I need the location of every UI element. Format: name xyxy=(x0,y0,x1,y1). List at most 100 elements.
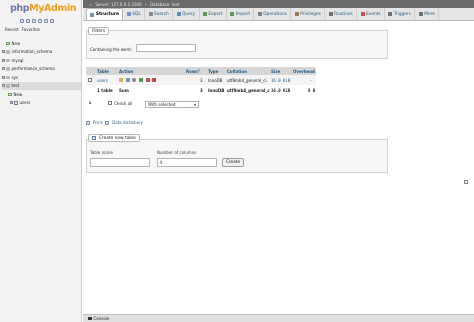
engine-type: InnoDB xyxy=(208,77,223,83)
settings-icon[interactable] xyxy=(44,19,48,23)
search-icon xyxy=(148,12,153,16)
data-dictionary-link[interactable]: Data dictionary xyxy=(112,120,143,125)
filter-input[interactable] xyxy=(136,44,196,52)
tab-import[interactable]: Import xyxy=(227,8,255,20)
new-table-icon xyxy=(92,136,96,140)
table-footer-row: 1 table Sum 3 InnoDB utf8mb4_general_ci … xyxy=(86,85,316,96)
table-name-link[interactable]: users xyxy=(97,78,108,83)
row-count: 3 xyxy=(200,77,203,83)
tab-events[interactable]: Events xyxy=(357,8,386,20)
tab-search[interactable]: Search xyxy=(145,8,174,20)
expand-icon[interactable]: + xyxy=(2,75,5,79)
tab-triggers[interactable]: Triggers xyxy=(385,8,416,20)
nav-icon-bar xyxy=(20,19,54,23)
recent-favorites-tabs: Recent Favorites xyxy=(5,27,40,32)
tree-item-new-database[interactable]: New xyxy=(2,39,81,48)
table-icon xyxy=(14,101,18,105)
tab-routines[interactable]: Routines xyxy=(325,8,358,20)
tree-item-new-table[interactable]: New xyxy=(2,90,81,99)
page-settings-icon[interactable] xyxy=(464,180,468,184)
database-icon xyxy=(6,84,10,88)
tab-sql[interactable]: SQL xyxy=(123,8,146,20)
search-icon[interactable] xyxy=(132,78,137,82)
tab-query[interactable]: Query xyxy=(173,8,200,20)
header-table[interactable]: Table xyxy=(97,69,109,74)
tree-item-label: New xyxy=(13,91,23,97)
breadcrumb-server[interactable]: Server: 127.0.0.1:3306 xyxy=(95,2,141,7)
header-type[interactable]: Type xyxy=(208,69,218,74)
operations-icon xyxy=(257,12,262,16)
tree-item-performance-schema[interactable]: + performance_schema xyxy=(2,65,81,74)
breadcrumb: ⇐ Server: 127.0.0.1:3306 » Database: tes… xyxy=(83,0,474,8)
header-rows[interactable]: Rows xyxy=(186,69,198,74)
num-columns-input[interactable]: 4 xyxy=(157,158,217,167)
phpmyadmin-logo[interactable]: phpMyAdmin xyxy=(10,3,76,17)
total-type: InnoDB xyxy=(208,88,225,93)
create-table-legend: Create new table xyxy=(88,134,140,142)
num-columns-label: Number of columns xyxy=(157,150,197,155)
action-icons xyxy=(119,78,159,83)
insert-icon[interactable] xyxy=(139,78,144,82)
print-link[interactable]: Print xyxy=(93,120,102,125)
tab-label: Events xyxy=(366,11,381,17)
size-value[interactable]: 16.0 KiB xyxy=(271,78,290,83)
collapse-icon[interactable]: − xyxy=(2,84,5,88)
structure-icon[interactable] xyxy=(125,78,130,82)
docs-icon[interactable] xyxy=(32,19,36,23)
arrow-icon: ⇐ xyxy=(89,1,93,7)
tab-more[interactable]: More xyxy=(415,8,440,20)
expand-icon[interactable]: + xyxy=(2,67,5,71)
create-table-title: Create new table xyxy=(99,135,136,141)
with-selected-dropdown[interactable]: With selected: xyxy=(145,100,199,108)
create-button[interactable]: Create xyxy=(222,158,244,167)
tree-item-information-schema[interactable]: + information_schema xyxy=(2,48,81,57)
tab-operations[interactable]: Operations xyxy=(254,8,292,20)
drop-icon[interactable] xyxy=(152,78,157,82)
expand-icon[interactable]: + xyxy=(2,50,5,54)
tab-structure[interactable]: Structure xyxy=(86,8,124,20)
query-icon xyxy=(176,12,181,16)
separator-icon: » xyxy=(144,1,148,7)
tab-bar: Structure SQL Search Query Export Import… xyxy=(83,8,474,21)
tab-privileges[interactable]: Privileges xyxy=(291,8,326,20)
events-icon xyxy=(360,12,365,16)
tab-label: More xyxy=(424,11,435,17)
header-overhead[interactable]: Overhead xyxy=(293,69,315,74)
tree-item-sys[interactable]: + sys xyxy=(2,73,81,82)
table-row: users 3 InnoDB utf8mb4_general_ci 16.0 K… xyxy=(86,75,316,85)
tree-item-mysql[interactable]: + mysql xyxy=(2,56,81,65)
breadcrumb-database[interactable]: Database: test xyxy=(150,2,179,7)
export-icon xyxy=(202,12,207,16)
filters-legend: Filters xyxy=(88,27,110,35)
console-icon xyxy=(88,316,92,321)
browse-icon[interactable] xyxy=(119,78,123,82)
row-checkbox[interactable] xyxy=(88,78,92,82)
favorites-tab[interactable]: Favorites xyxy=(22,27,40,32)
total-size: 16.0 KiB xyxy=(271,88,291,93)
logo-php-text: php xyxy=(10,3,30,14)
privileges-icon xyxy=(294,12,299,16)
recent-tab[interactable]: Recent xyxy=(5,27,19,32)
reload-icon[interactable] xyxy=(50,19,54,23)
tree-item-users[interactable]: + users xyxy=(2,99,81,108)
header-size[interactable]: Size xyxy=(271,69,280,74)
tab-label: Operations xyxy=(263,11,287,17)
sql-docs-icon[interactable] xyxy=(38,19,42,23)
tab-label: Export xyxy=(208,11,223,17)
console-bar[interactable]: Console xyxy=(83,314,474,322)
tree-item-test[interactable]: − test xyxy=(2,81,81,90)
expand-icon[interactable]: + xyxy=(10,101,13,105)
check-all-label[interactable]: Check all xyxy=(114,101,132,106)
empty-icon[interactable] xyxy=(145,78,150,82)
logout-icon[interactable] xyxy=(26,19,30,23)
create-table-fieldset xyxy=(86,139,388,173)
check-all-checkbox[interactable] xyxy=(108,101,112,105)
tab-export[interactable]: Export xyxy=(200,8,227,20)
tree-item-label: test xyxy=(11,83,20,89)
header-collation[interactable]: Collation xyxy=(227,69,247,74)
database-icon xyxy=(6,58,10,62)
help-icon[interactable]: ? xyxy=(198,69,200,73)
expand-icon[interactable]: + xyxy=(2,58,5,62)
home-icon[interactable] xyxy=(20,19,24,23)
table-name-input[interactable] xyxy=(90,158,150,167)
